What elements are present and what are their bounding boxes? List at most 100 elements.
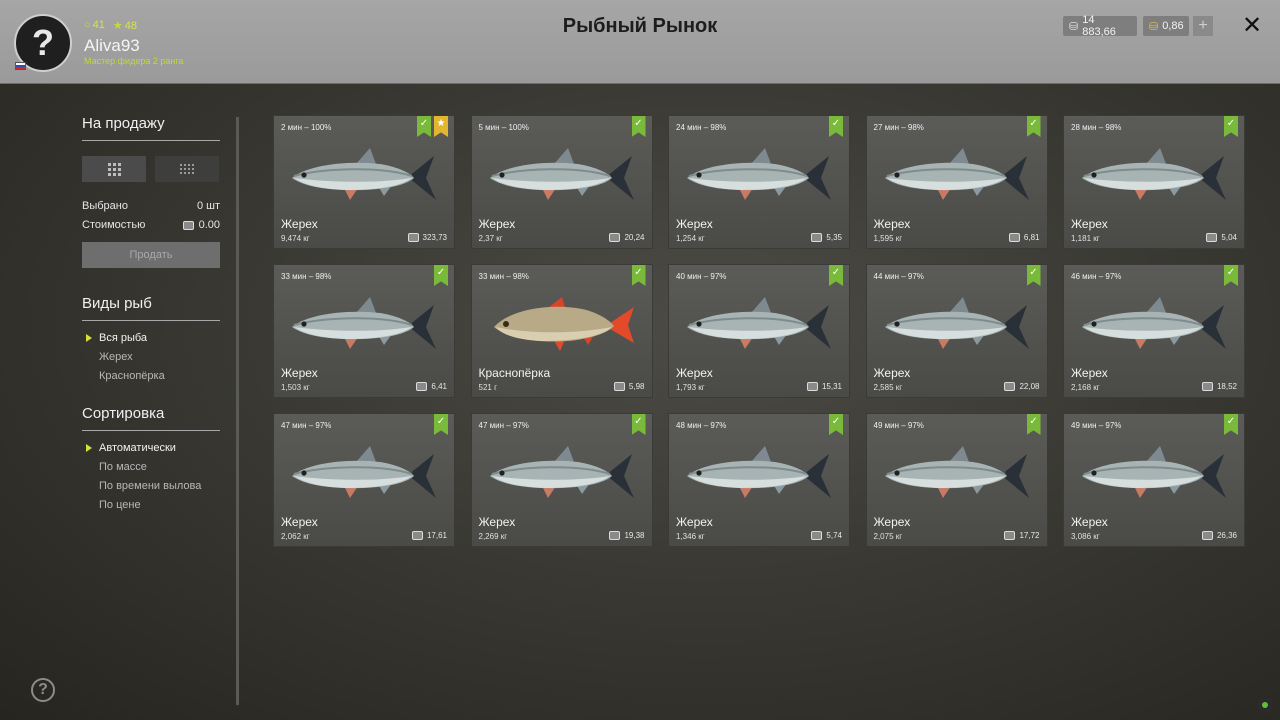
species-filter-option[interactable]: Вся рыба bbox=[82, 329, 220, 348]
fish-weight: 2,585 кг bbox=[873, 383, 903, 392]
fish-price: 5,04 bbox=[1206, 233, 1237, 242]
fish-image bbox=[482, 289, 644, 359]
close-button[interactable]: ✕ bbox=[1240, 13, 1264, 39]
card-badges: ✓ bbox=[829, 265, 843, 286]
price-value: 26,36 bbox=[1216, 531, 1237, 540]
fish-name: Жерех bbox=[1071, 515, 1108, 529]
fish-image bbox=[679, 140, 841, 210]
sell-button[interactable]: Продать bbox=[82, 242, 220, 268]
fish-name: Жерех bbox=[281, 217, 318, 231]
sort-option[interactable]: По массе bbox=[82, 458, 220, 477]
fish-card[interactable]: 46 мин – 97% ✓ Жерех 2,168 кг 18,52 bbox=[1063, 264, 1245, 398]
fish-price: 17,61 bbox=[411, 531, 447, 540]
fish-weight: 2,075 кг bbox=[873, 532, 903, 541]
card-badges: ✓ bbox=[631, 414, 646, 435]
fish-price: 15,31 bbox=[806, 382, 842, 391]
asp-image bbox=[687, 297, 831, 349]
checkmark-icon: ✓ bbox=[1026, 265, 1041, 286]
fish-price: 5,98 bbox=[613, 382, 645, 391]
flag-icon bbox=[15, 62, 26, 70]
fish-weight: 2,062 кг bbox=[281, 532, 310, 541]
sort-option[interactable]: По цене bbox=[82, 496, 220, 515]
selected-label: Выбрано bbox=[82, 200, 128, 212]
fish-image bbox=[1074, 438, 1236, 508]
card-badges: ✓ bbox=[631, 116, 646, 137]
species-filter-option[interactable]: Жерех bbox=[82, 348, 220, 367]
species-title: Виды рыб bbox=[82, 295, 220, 321]
fish-price: 323,73 bbox=[407, 233, 447, 242]
asp-image bbox=[292, 446, 436, 498]
fish-image bbox=[877, 140, 1039, 210]
asp-image bbox=[292, 148, 436, 200]
silver-coin-icon bbox=[182, 220, 194, 230]
silver-coin-icon bbox=[407, 233, 419, 242]
asp-image bbox=[292, 297, 436, 349]
catch-time: 48 мин – 97% bbox=[676, 421, 727, 430]
fish-image bbox=[1074, 140, 1236, 210]
silver-coin-icon bbox=[1004, 531, 1016, 540]
asp-image bbox=[489, 148, 634, 200]
fish-card[interactable]: 48 мин – 97% ✓ Жерех 1,346 кг 5,74 bbox=[668, 413, 850, 547]
cost-row: Стоимостью 0.00 bbox=[82, 219, 220, 231]
fish-grid: 2 мин – 100% ✓ ★ Жерех 9,474 кг 323,73 5 мин –… bbox=[273, 115, 1245, 547]
fish-card[interactable]: 40 мин – 97% ✓ Жерех 1,793 кг 15,31 bbox=[668, 264, 850, 398]
fish-card[interactable]: 47 мин – 97% ✓ Жерех 2,062 кг 17,61 bbox=[273, 413, 455, 547]
silver-coin-icon bbox=[411, 531, 423, 540]
catch-time: 49 мин – 97% bbox=[1071, 421, 1122, 430]
fish-card[interactable]: 47 мин – 97% ✓ Жерех 2,269 кг 19,38 bbox=[470, 413, 653, 547]
price-value: 22,08 bbox=[1019, 382, 1040, 391]
card-badges: ✓ ★ bbox=[417, 116, 448, 137]
fish-card[interactable]: 27 мин – 98% ✓ Жерех 1,595 кг 6,81 bbox=[865, 115, 1048, 249]
catch-time: 33 мин – 98% bbox=[478, 272, 529, 281]
fish-name: Жерех bbox=[676, 366, 713, 380]
silver-coin-icon bbox=[811, 233, 823, 242]
checkmark-icon: ✓ bbox=[1026, 414, 1041, 435]
fish-card[interactable]: 5 мин – 100% ✓ Жерех 2,37 кг 20,24 bbox=[470, 115, 653, 249]
checkmark-icon: ✓ bbox=[829, 116, 843, 137]
large-grid-icon bbox=[107, 162, 121, 176]
sort-option[interactable]: Автоматически bbox=[82, 439, 220, 458]
card-badges: ✓ bbox=[829, 116, 843, 137]
silver-coin-icon: ⛁ bbox=[1069, 20, 1079, 33]
fish-weight: 9,474 кг bbox=[281, 234, 310, 243]
fish-card[interactable]: 33 мин – 98% ✓ Жерех 1,503 кг 6,41 bbox=[273, 264, 455, 398]
fish-card[interactable]: 2 мин – 100% ✓ ★ Жерех 9,474 кг 323,73 bbox=[273, 115, 455, 249]
fish-name: Жерех bbox=[676, 515, 713, 529]
gold-coin-icon: ⛁ bbox=[1149, 20, 1159, 33]
small-grid-view-button[interactable] bbox=[155, 156, 219, 182]
sort-section: Сортировка Автоматически По массе По време… bbox=[82, 405, 220, 515]
fish-card[interactable]: 49 мин – 97% ✓ Жерех 2,075 кг 17,72 bbox=[865, 413, 1048, 547]
fish-name: Жерех bbox=[676, 217, 713, 231]
price-value: 5,04 bbox=[1221, 233, 1237, 242]
fish-card[interactable]: 44 мин – 97% ✓ Жерех 2,585 кг 22,08 bbox=[865, 264, 1048, 398]
fish-name: Жерех bbox=[873, 515, 911, 529]
fish-card[interactable]: 28 мин – 98% ✓ Жерех 1,181 кг 5,04 bbox=[1063, 115, 1245, 249]
checkmark-icon: ✓ bbox=[631, 116, 646, 137]
catch-time: 2 мин – 100% bbox=[281, 123, 332, 132]
fish-card[interactable]: 33 мин – 98% ✓ Краснопёрка 521 г 5,98 bbox=[470, 264, 653, 398]
fish-weight: 3,086 кг bbox=[1071, 532, 1100, 541]
fish-price: 17,72 bbox=[1004, 531, 1040, 540]
catch-time: 27 мин – 98% bbox=[873, 123, 924, 132]
catch-time: 44 мин – 97% bbox=[873, 272, 924, 281]
sort-option[interactable]: По времени вылова bbox=[82, 477, 220, 496]
checkmark-icon: ✓ bbox=[631, 265, 646, 286]
card-badges: ✓ bbox=[1026, 414, 1041, 435]
fish-card[interactable]: 24 мин – 98% ✓ Жерех 1,254 кг 5,35 bbox=[668, 115, 850, 249]
cost-label: Стоимостью bbox=[82, 219, 146, 231]
large-grid-view-button[interactable] bbox=[82, 156, 146, 182]
asp-image bbox=[687, 148, 831, 200]
species-filter-option[interactable]: Краснопёрка bbox=[82, 367, 220, 386]
catch-time: 5 мин – 100% bbox=[478, 123, 529, 132]
fish-image bbox=[877, 438, 1039, 508]
checkmark-icon: ✓ bbox=[829, 414, 843, 435]
fish-card[interactable]: 49 мин – 97% ✓ Жерех 3,086 кг 26,36 bbox=[1063, 413, 1245, 547]
add-gold-button[interactable]: + bbox=[1193, 16, 1213, 36]
card-badges: ✓ bbox=[1224, 265, 1238, 286]
fish-weight: 2,269 кг bbox=[478, 532, 508, 541]
fish-weight: 2,168 кг bbox=[1071, 383, 1100, 392]
silver-balance: ⛁ 14 883,66 bbox=[1063, 14, 1137, 38]
help-icon[interactable]: ? bbox=[31, 678, 55, 702]
view-toggle bbox=[82, 156, 219, 182]
checkmark-icon: ✓ bbox=[631, 414, 646, 435]
